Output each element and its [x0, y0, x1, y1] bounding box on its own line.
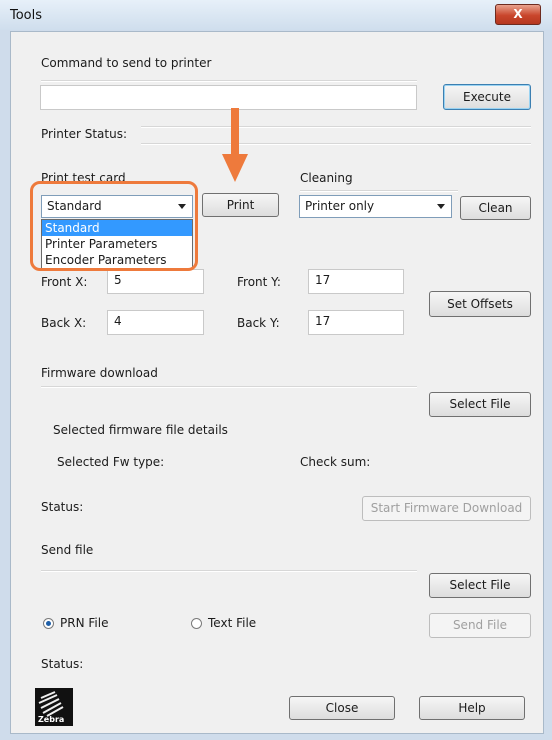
divider [141, 126, 531, 128]
text-file-label: Text File [208, 616, 257, 630]
firmware-label: Firmware download [41, 366, 158, 380]
help-button[interactable]: Help [419, 696, 525, 720]
send-file-button[interactable]: Send File [429, 613, 531, 638]
cleaning-label: Cleaning [300, 171, 353, 185]
front-y-input[interactable]: 17 [308, 269, 404, 294]
cleaning-select[interactable]: Printer only [299, 195, 452, 218]
zebra-logo: Zebra [35, 688, 73, 726]
back-x-input[interactable]: 4 [107, 310, 204, 335]
prn-file-label: PRN File [60, 616, 109, 630]
front-x-input[interactable]: 5 [107, 269, 204, 294]
tools-window: Tools X Command to send to printer Execu… [0, 0, 552, 740]
fw-type-label: Selected Fw type: [57, 455, 165, 469]
back-y-label: Back Y: [237, 316, 280, 330]
command-input[interactable] [40, 85, 417, 110]
front-y-label: Front Y: [237, 275, 281, 289]
send-select-file-button[interactable]: Select File [429, 573, 531, 598]
divider [300, 190, 458, 192]
close-button[interactable]: Close [289, 696, 395, 720]
print-button[interactable]: Print [202, 193, 279, 217]
back-y-input[interactable]: 17 [308, 310, 404, 335]
close-icon: X [513, 7, 523, 21]
dialog-body: Command to send to printer Execute Print… [10, 31, 544, 734]
divider [41, 570, 417, 572]
logo-text: Zebra [38, 715, 65, 724]
front-x-label: Front X: [41, 275, 88, 289]
send-file-label: Send file [41, 543, 94, 557]
firmware-details-label: Selected firmware file details [53, 423, 228, 437]
execute-button[interactable]: Execute [443, 84, 531, 110]
dropdown-highlight [30, 181, 198, 271]
send-status-label: Status: [41, 657, 84, 671]
divider [41, 386, 417, 388]
title-bar: Tools X [0, 0, 552, 30]
chevron-down-icon [437, 204, 445, 209]
divider [41, 80, 417, 82]
cleaning-selected: Printer only [305, 199, 375, 213]
printer-status-label: Printer Status: [41, 127, 128, 141]
close-window-button[interactable]: X [495, 4, 541, 25]
divider [141, 143, 531, 145]
firmware-status-label: Status: [41, 500, 84, 514]
prn-file-radio[interactable] [43, 618, 54, 629]
arrow-down-icon [222, 108, 248, 182]
clean-button[interactable]: Clean [460, 196, 531, 220]
start-firmware-download-button[interactable]: Start Firmware Download [362, 496, 531, 521]
checksum-label: Check sum: [300, 455, 371, 469]
firmware-select-file-button[interactable]: Select File [429, 392, 531, 417]
set-offsets-button[interactable]: Set Offsets [429, 291, 531, 317]
back-x-label: Back X: [41, 316, 87, 330]
command-label: Command to send to printer [41, 56, 212, 70]
text-file-radio[interactable] [191, 618, 202, 629]
window-title: Tools [10, 8, 43, 23]
